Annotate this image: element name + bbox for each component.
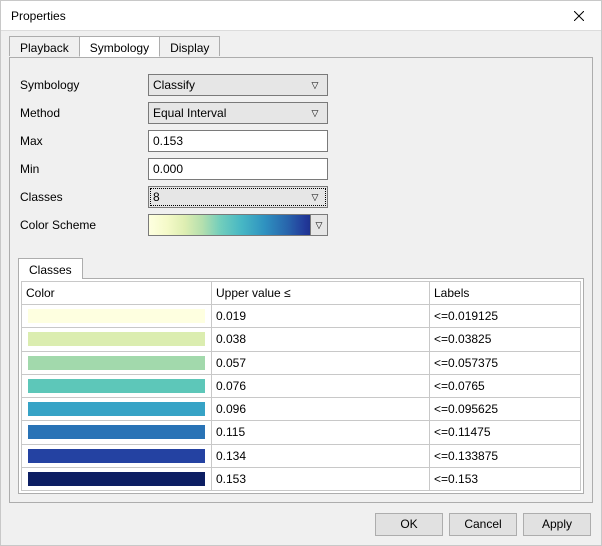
- table-row[interactable]: 0.038<=0.03825: [22, 328, 581, 351]
- classes-grid: Color Upper value ≤ Labels 0.019<=0.0191…: [21, 281, 581, 491]
- symbology-label: Symbology: [18, 78, 148, 92]
- color-cell[interactable]: [22, 467, 212, 490]
- label-cell[interactable]: <=0.11475: [430, 421, 581, 444]
- color-swatch: [28, 449, 205, 463]
- col-upper[interactable]: Upper value ≤: [212, 282, 430, 305]
- label-cell[interactable]: <=0.057375: [430, 351, 581, 374]
- color-cell[interactable]: [22, 351, 212, 374]
- color-cell[interactable]: [22, 328, 212, 351]
- label-cell[interactable]: <=0.095625: [430, 398, 581, 421]
- upper-value-cell[interactable]: 0.019: [212, 305, 430, 328]
- method-select-value: Equal Interval: [153, 106, 307, 120]
- table-row[interactable]: 0.134<=0.133875: [22, 444, 581, 467]
- ok-button[interactable]: OK: [375, 513, 443, 536]
- title-bar: Properties: [1, 1, 601, 31]
- max-input-wrap: [148, 130, 328, 152]
- tab-symbology[interactable]: Symbology: [79, 36, 160, 57]
- color-cell[interactable]: [22, 374, 212, 397]
- close-button[interactable]: [556, 1, 601, 31]
- label-cell[interactable]: <=0.0765: [430, 374, 581, 397]
- chevron-down-icon: ▽: [307, 193, 323, 202]
- close-icon: [574, 11, 584, 21]
- window-title: Properties: [11, 9, 556, 23]
- classes-label: Classes: [18, 190, 148, 204]
- table-row[interactable]: 0.076<=0.0765: [22, 374, 581, 397]
- symbology-select[interactable]: Classify ▽: [148, 74, 328, 96]
- apply-button[interactable]: Apply: [523, 513, 591, 536]
- table-row[interactable]: 0.115<=0.11475: [22, 421, 581, 444]
- classes-select-value: 8: [153, 190, 307, 204]
- upper-value-cell[interactable]: 0.153: [212, 467, 430, 490]
- col-labels[interactable]: Labels: [430, 282, 581, 305]
- color-swatch: [28, 379, 205, 393]
- classes-tabstrip: Classes: [18, 258, 584, 279]
- classes-area: Classes Color Upper value ≤ Labels: [18, 258, 584, 494]
- cancel-button[interactable]: Cancel: [449, 513, 517, 536]
- tab-classes[interactable]: Classes: [18, 258, 83, 279]
- label-cell[interactable]: <=0.019125: [430, 305, 581, 328]
- table-row[interactable]: 0.019<=0.019125: [22, 305, 581, 328]
- max-label: Max: [18, 134, 148, 148]
- min-label: Min: [18, 162, 148, 176]
- chevron-down-icon: ▽: [310, 215, 327, 235]
- tab-panel-symbology: Symbology Classify ▽ Method Equal Interv…: [9, 57, 593, 503]
- dialog-footer: OK Cancel Apply: [1, 503, 601, 545]
- upper-value-cell[interactable]: 0.096: [212, 398, 430, 421]
- color-swatch: [28, 356, 205, 370]
- properties-dialog: Properties Playback Symbology Display Sy…: [0, 0, 602, 546]
- color-cell[interactable]: [22, 444, 212, 467]
- dialog-content: Playback Symbology Display Symbology Cla…: [1, 31, 601, 503]
- color-cell[interactable]: [22, 305, 212, 328]
- upper-value-cell[interactable]: 0.134: [212, 444, 430, 467]
- colorscheme-label: Color Scheme: [18, 218, 148, 232]
- min-input-wrap: [148, 158, 328, 180]
- tab-playback[interactable]: Playback: [9, 36, 80, 56]
- table-header-row: Color Upper value ≤ Labels: [22, 282, 581, 305]
- color-swatch: [28, 472, 205, 486]
- label-cell[interactable]: <=0.133875: [430, 444, 581, 467]
- method-select[interactable]: Equal Interval ▽: [148, 102, 328, 124]
- max-input[interactable]: [153, 134, 323, 148]
- tab-display[interactable]: Display: [159, 36, 220, 56]
- color-swatch: [28, 402, 205, 416]
- classes-select[interactable]: 8 ▽: [148, 186, 328, 208]
- upper-value-cell[interactable]: 0.115: [212, 421, 430, 444]
- main-tabstrip: Playback Symbology Display: [9, 36, 593, 57]
- color-swatch: [28, 425, 205, 439]
- color-cell[interactable]: [22, 398, 212, 421]
- chevron-down-icon: ▽: [307, 81, 323, 90]
- min-input[interactable]: [153, 162, 323, 176]
- color-cell[interactable]: [22, 421, 212, 444]
- colorscheme-select[interactable]: ▽: [148, 214, 328, 236]
- chevron-down-icon: ▽: [307, 109, 323, 118]
- color-swatch: [28, 332, 205, 346]
- classes-grid-wrap: Color Upper value ≤ Labels 0.019<=0.0191…: [18, 278, 584, 494]
- color-swatch: [28, 309, 205, 323]
- label-cell[interactable]: <=0.03825: [430, 328, 581, 351]
- table-row[interactable]: 0.096<=0.095625: [22, 398, 581, 421]
- upper-value-cell[interactable]: 0.057: [212, 351, 430, 374]
- upper-value-cell[interactable]: 0.038: [212, 328, 430, 351]
- symbology-form: Symbology Classify ▽ Method Equal Interv…: [18, 72, 584, 240]
- upper-value-cell[interactable]: 0.076: [212, 374, 430, 397]
- table-row[interactable]: 0.153<=0.153: [22, 467, 581, 490]
- col-color[interactable]: Color: [22, 282, 212, 305]
- table-row[interactable]: 0.057<=0.057375: [22, 351, 581, 374]
- method-label: Method: [18, 106, 148, 120]
- symbology-select-value: Classify: [153, 78, 307, 92]
- label-cell[interactable]: <=0.153: [430, 467, 581, 490]
